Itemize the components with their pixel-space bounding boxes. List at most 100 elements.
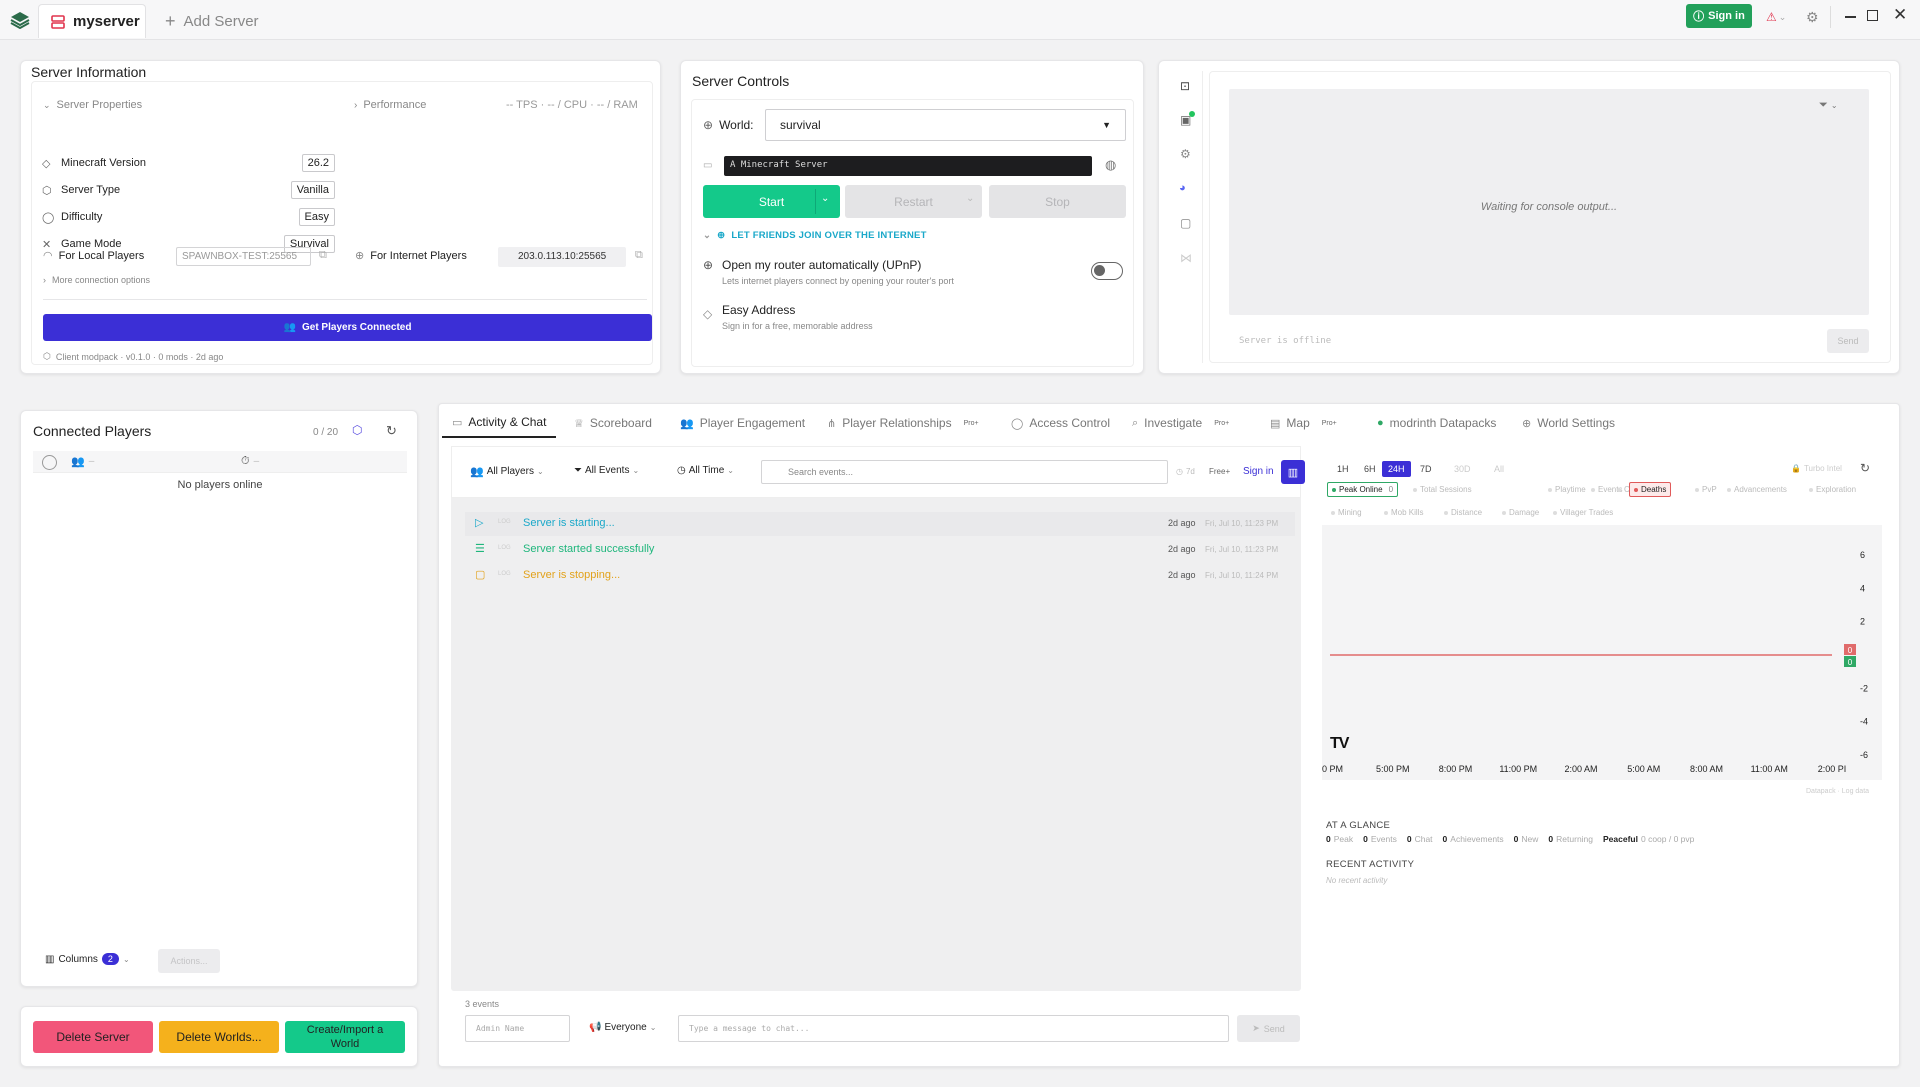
metric-mob-kills[interactable]: Mob Kills [1380,506,1427,519]
event-row[interactable]: ☰ LOG Server started successfully 2d ago Fri… [465,538,1295,562]
sign-in-link[interactable]: Sign in [1243,466,1274,477]
chat-message-input[interactable]: Type a message to chat... [678,1015,1229,1042]
columns-label: Columns [58,953,98,965]
create-import-world-button[interactable]: Create/Import a World [285,1021,405,1053]
alert-dropdown[interactable]: ⚠ ⌄ [1766,10,1786,24]
chart-toggle-button[interactable]: ▥ [1281,460,1305,484]
event-row[interactable]: ▢ LOG Server is stopping... 2d ago Fri, Jul … [465,564,1295,588]
tab-investigate[interactable]: ⌕ Investigate Pro+ [1132,408,1229,438]
metric-dot [1809,487,1813,492]
glance-value: 0 [1363,834,1368,844]
refresh-icon[interactable]: ↻ [386,423,397,439]
performance-toggle[interactable]: › Performance [354,99,426,111]
motd-field[interactable]: A Minecraft Server [724,156,1092,176]
tab-world-settings[interactable]: ⊕ World Settings [1522,408,1615,438]
audience-dropdown[interactable]: 📢 Everyone ⌄ [589,1022,656,1033]
minimize-icon[interactable] [1845,16,1856,18]
range-all[interactable]: All [1488,461,1510,477]
internet-address-field[interactable]: 203.0.113.10:25565 [498,247,626,267]
metric-total-sessions[interactable]: Total Sessions [1408,482,1477,497]
more-connection-options[interactable]: › More connection options [43,275,150,285]
copy-icon[interactable]: ⧉ [319,249,327,262]
tab-player-relationships[interactable]: ⋔ Player Relationships Pro+ [827,408,979,438]
maximize-icon[interactable] [1867,10,1878,21]
tab-access-control[interactable]: ◯ Access Control [1011,408,1110,438]
cube-icon[interactable]: ⬡ [352,423,362,437]
metric-exploration[interactable]: Exploration [1804,482,1861,497]
property-value[interactable]: Vanilla [290,181,335,199]
stop-button[interactable]: Stop [989,185,1126,218]
server-tab-myserver[interactable]: myserver [38,4,146,38]
tab-map[interactable]: ▤ Map Pro+ [1270,408,1337,438]
metric-damage[interactable]: Damage [1498,506,1543,519]
range-6h[interactable]: 6H [1358,461,1382,477]
chevron-down-icon[interactable]: ⌄ [966,193,974,204]
network-icon[interactable]: ⋈ [1180,251,1192,265]
top-bar: myserver + Add Server ⓘ Sign in ⚠ ⌄ ⚙ ✕ [0,0,1920,40]
tab-player-engagement[interactable]: 👥 Player Engagement [680,408,805,438]
property-value[interactable]: 26.2 [301,154,335,172]
gear-icon[interactable]: ⚙ [1180,147,1191,161]
tab-modrinth-datapacks[interactable]: ● modrinth Datapacks [1377,408,1496,438]
gear-icon[interactable]: ⚙ [1806,9,1819,26]
get-players-connected-button[interactable]: 👥 Get Players Connected [43,314,652,341]
range-7d[interactable]: 7D [1414,461,1438,477]
world-select[interactable]: survival ▼ [765,109,1126,141]
search-events-input[interactable]: Search events... [761,460,1168,484]
range-24h[interactable]: 24H [1382,461,1411,477]
discord-icon[interactable]: ◕ [1179,182,1186,194]
glance-label: Achievements [1450,834,1504,844]
metric-pvp[interactable]: PvP [1690,482,1722,497]
chat-send-button[interactable]: ➤ Send [1237,1015,1300,1042]
palette-icon[interactable]: ◍ [1105,157,1116,173]
metric-distance[interactable]: Distance [1440,506,1486,519]
close-icon[interactable]: ✕ [1893,5,1907,25]
glance-events: 0 Events [1363,834,1397,844]
chat-send-label: Send [1263,1023,1285,1034]
folder-icon[interactable]: ▢ [1180,216,1191,230]
sign-in-button[interactable]: ⓘ Sign in [1686,4,1752,28]
glance-value: 0 [1442,834,1448,844]
delete-worlds-button[interactable]: Delete Worlds... [159,1021,279,1053]
chevron-down-icon[interactable]: ⌄ [821,193,829,204]
all-players-filter[interactable]: 👥 All Players ⌄ [470,465,544,478]
upnp-toggle[interactable] [1091,262,1123,280]
local-address-field[interactable]: SPAWNBOX-TEST:25565 [176,247,311,266]
friends-join-toggle[interactable]: ⌄ ⊕ LET FRIENDS JOIN OVER THE INTERNET [703,230,927,241]
admin-name-input[interactable]: Admin Name [465,1015,570,1042]
add-server-button[interactable]: + Add Server [165,4,259,38]
metric-playtime[interactable]: Playtime [1543,482,1591,497]
turbo-intel-link[interactable]: 🔒 Turbo Intel [1791,464,1842,473]
chevron-down-icon: ⌄ [536,467,544,476]
actions-button[interactable]: Actions... [158,949,220,973]
restart-button[interactable]: Restart [845,185,982,218]
tab-scoreboard[interactable]: ♕ Scoreboard [574,408,652,438]
range-30d[interactable]: 30D [1448,461,1477,477]
metric-advancements[interactable]: Advancements [1722,482,1792,497]
event-row[interactable]: ▷ LOG Server is starting... 2d ago Fri, Jul … [465,512,1295,536]
player-column-header[interactable]: 👥 – [71,455,94,468]
console-filter[interactable]: ⏷ ⌄ [1819,99,1838,112]
columns-dropdown[interactable]: ▥ Columns 2 ⌄ [45,953,130,965]
local-players-label: ◠ For Local Players [43,249,144,263]
metric-peak-online[interactable]: Peak Online 0 [1327,482,1399,497]
metric-deaths[interactable]: Deaths [1629,482,1672,497]
tab-activity-chat[interactable]: ▭ Activity & Chat [442,408,557,438]
console-command-input[interactable]: Server is offline [1239,336,1331,346]
server-properties-toggle[interactable]: ⌄ Server Properties [43,99,142,111]
property-value[interactable]: Easy [298,208,335,226]
terminal-icon[interactable]: ⊡ [1180,79,1190,93]
all-events-filter[interactable]: ⏷ All Events ⌄ [574,465,639,476]
refresh-icon[interactable]: ↻ [1860,461,1870,475]
select-all-checkbox[interactable] [42,455,57,470]
copy-icon[interactable]: ⧉ [635,249,643,262]
start-button[interactable]: Start [703,185,840,218]
delete-server-button[interactable]: Delete Server [33,1021,153,1053]
metric-villager-trades[interactable]: Villager Trades [1549,506,1617,519]
console-send-button[interactable]: Send [1827,329,1869,353]
range-1h[interactable]: 1H [1331,461,1355,477]
metric-mining[interactable]: Mining [1327,506,1366,519]
time-column-header[interactable]: ⏱ – [241,455,259,468]
chevron-down-icon: ⌄ [727,466,734,475]
all-time-filter[interactable]: ◷ All Time ⌄ [677,465,734,476]
